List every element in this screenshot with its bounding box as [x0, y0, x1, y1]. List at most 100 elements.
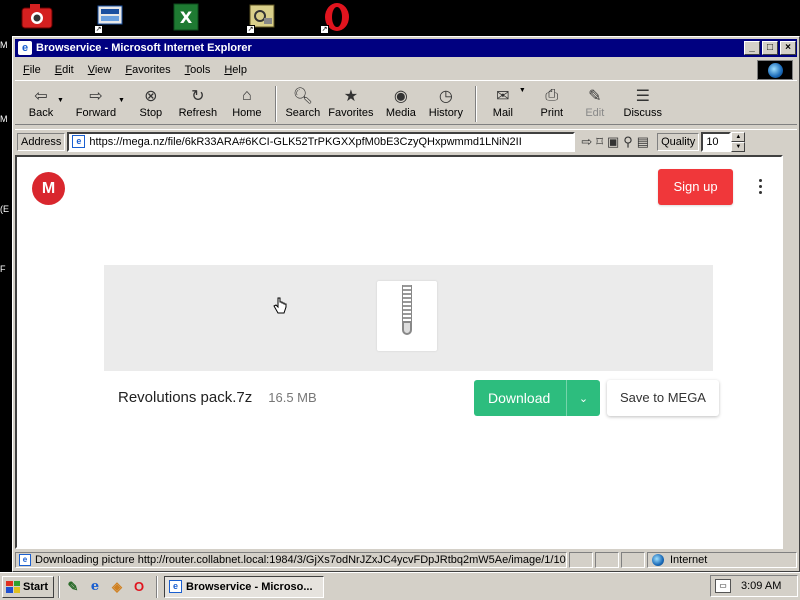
- mail-dropdown-icon[interactable]: ▼: [519, 87, 526, 94]
- favorites-icon: ★: [343, 88, 359, 105]
- search-button[interactable]: 🔍︎ Search: [283, 83, 323, 125]
- title-bar[interactable]: e Browservice - Microsoft Internet Explo…: [15, 39, 797, 57]
- sign-up-button[interactable]: Sign up: [658, 169, 733, 205]
- menu-help[interactable]: Help: [224, 64, 247, 76]
- forward-dropdown-icon[interactable]: ▼: [118, 97, 125, 104]
- quality-spinner[interactable]: ▲ ▼: [731, 131, 746, 152]
- clock[interactable]: 3:09 AM: [741, 580, 781, 592]
- print-button[interactable]: ⎙ Print: [532, 83, 572, 125]
- shortcut-arrow-icon: ↗: [246, 25, 255, 34]
- address-input[interactable]: e https://mega.nz/file/6kR33ARA#6KCI-GLK…: [67, 131, 576, 152]
- back-label: Back: [28, 107, 54, 119]
- ie-icon[interactable]: e: [86, 578, 104, 596]
- forward-button[interactable]: ⇨ Forward: [70, 83, 122, 125]
- history-icon: ◷: [438, 88, 453, 105]
- start-button[interactable]: Start: [2, 575, 54, 598]
- start-label: Start: [23, 580, 49, 593]
- discuss-label: Discuss: [623, 107, 663, 119]
- spin-down-icon[interactable]: ▼: [731, 141, 746, 152]
- status-cell: [621, 552, 645, 568]
- history-label: History: [428, 107, 463, 119]
- stop-button[interactable]: ⊗ Stop: [131, 83, 171, 125]
- standard-toolbar: ⇦ Back ▼ ⇨ Forward ▼ ⊗ Stop ↻ Refresh ⌂ …: [15, 83, 797, 125]
- media-button[interactable]: ◉ Media: [379, 83, 423, 125]
- chevron-down-icon[interactable]: ⌄: [566, 380, 600, 416]
- refresh-icon: ↻: [191, 88, 205, 105]
- find-icon[interactable]: ⚲: [623, 134, 633, 150]
- discuss-icon: ☰: [635, 88, 650, 105]
- mega-logo[interactable]: M: [32, 172, 65, 205]
- network-tray-icon[interactable]: ▭: [715, 579, 731, 593]
- favorites-button[interactable]: ★ Favorites: [323, 83, 379, 125]
- show-desktop-icon[interactable]: ✎: [64, 578, 82, 596]
- discuss-button[interactable]: ☰ Discuss: [618, 83, 668, 125]
- refresh-label: Refresh: [178, 107, 218, 119]
- file-preview: [104, 265, 713, 371]
- save-page-icon[interactable]: ▣: [607, 134, 619, 150]
- back-button[interactable]: ⇦ Back: [21, 83, 61, 125]
- menu-edit[interactable]: Edit: [55, 64, 74, 76]
- back-dropdown-icon[interactable]: ▼: [57, 97, 64, 104]
- status-bar: e Downloading picture http://router.coll…: [15, 551, 797, 569]
- excel-icon[interactable]: X: [170, 2, 204, 34]
- download-button[interactable]: Download ⌄: [474, 380, 600, 416]
- channels-icon[interactable]: ◈: [108, 578, 126, 596]
- stop-label: Stop: [139, 107, 163, 119]
- file-size: 16.5 MB: [268, 389, 317, 405]
- history-button[interactable]: ◷ History: [423, 83, 469, 125]
- more-options-icon[interactable]: [757, 179, 763, 194]
- network-folder-icon[interactable]: ↗: [94, 2, 128, 34]
- close-button[interactable]: ×: [780, 41, 796, 55]
- go-arrow-icon[interactable]: ⇨: [581, 134, 592, 150]
- browser-window: e Browservice - Microsoft Internet Explo…: [12, 36, 800, 572]
- menu-file[interactable]: File: [23, 64, 41, 76]
- opera-icon[interactable]: ↗: [320, 2, 354, 34]
- edit-button[interactable]: ✎ Edit: [572, 83, 618, 125]
- globe-icon: [767, 62, 783, 78]
- svg-text:X: X: [180, 8, 193, 27]
- bookmark-icon[interactable]: ⌑: [596, 134, 603, 150]
- zip-file-icon: [377, 281, 437, 351]
- taskbar-divider: [156, 575, 158, 598]
- window-title: Browservice - Microsoft Internet Explore…: [36, 42, 252, 54]
- clipboard-icon[interactable]: ▤: [637, 134, 649, 150]
- menu-tools[interactable]: Tools: [185, 64, 211, 76]
- shortcut-arrow-icon: ↗: [94, 25, 103, 34]
- home-button[interactable]: ⌂ Home: [225, 83, 269, 125]
- minimize-button[interactable]: _: [744, 41, 760, 55]
- status-text: Downloading picture http://router.collab…: [35, 554, 567, 566]
- status-cell: [569, 552, 593, 568]
- home-icon: ⌂: [242, 87, 252, 104]
- desktop-label-fragment: (E: [0, 204, 9, 214]
- control-panel-icon[interactable]: ↗: [246, 2, 280, 34]
- internet-zone-icon: [652, 554, 664, 566]
- shortcut-arrow-icon: ↗: [320, 25, 329, 34]
- desktop-label-fragment: M: [0, 114, 8, 124]
- taskbar-window-button[interactable]: e Browservice - Microso...: [164, 575, 324, 598]
- save-to-mega-button[interactable]: Save to MEGA: [607, 380, 719, 416]
- ie-icon: e: [169, 580, 182, 593]
- system-tray: ▭ 3:09 AM: [710, 575, 798, 597]
- page-icon: e: [72, 135, 86, 148]
- maximize-button[interactable]: □: [762, 41, 778, 55]
- favorites-label: Favorites: [328, 107, 374, 119]
- address-bar: Address e https://mega.nz/file/6kR33ARA#…: [15, 129, 797, 153]
- spin-up-icon[interactable]: ▲: [731, 131, 746, 142]
- mail-button[interactable]: ✉ Mail: [483, 83, 523, 125]
- search-icon: 🔍︎: [292, 88, 314, 105]
- opera-icon[interactable]: O: [130, 578, 148, 596]
- quality-input[interactable]: 10: [701, 131, 732, 152]
- file-name: Revolutions pack.7z: [118, 388, 253, 406]
- address-label: Address: [17, 132, 66, 151]
- status-cell: [595, 552, 619, 568]
- windows-logo-icon: [6, 580, 20, 593]
- menu-favorites[interactable]: Favorites: [125, 64, 170, 76]
- forward-label: Forward: [75, 107, 117, 119]
- camera-icon[interactable]: [20, 2, 54, 34]
- menu-view[interactable]: View: [88, 64, 112, 76]
- ie-icon: e: [18, 41, 32, 55]
- file-info-row: Revolutions pack.7z 16.5 MB Download ⌄ S…: [104, 371, 719, 423]
- address-url: https://mega.nz/file/6kR33ARA#6KCI-GLK52…: [89, 135, 522, 148]
- task-label: Browservice - Microso...: [186, 580, 313, 593]
- refresh-button[interactable]: ↻ Refresh: [171, 83, 225, 125]
